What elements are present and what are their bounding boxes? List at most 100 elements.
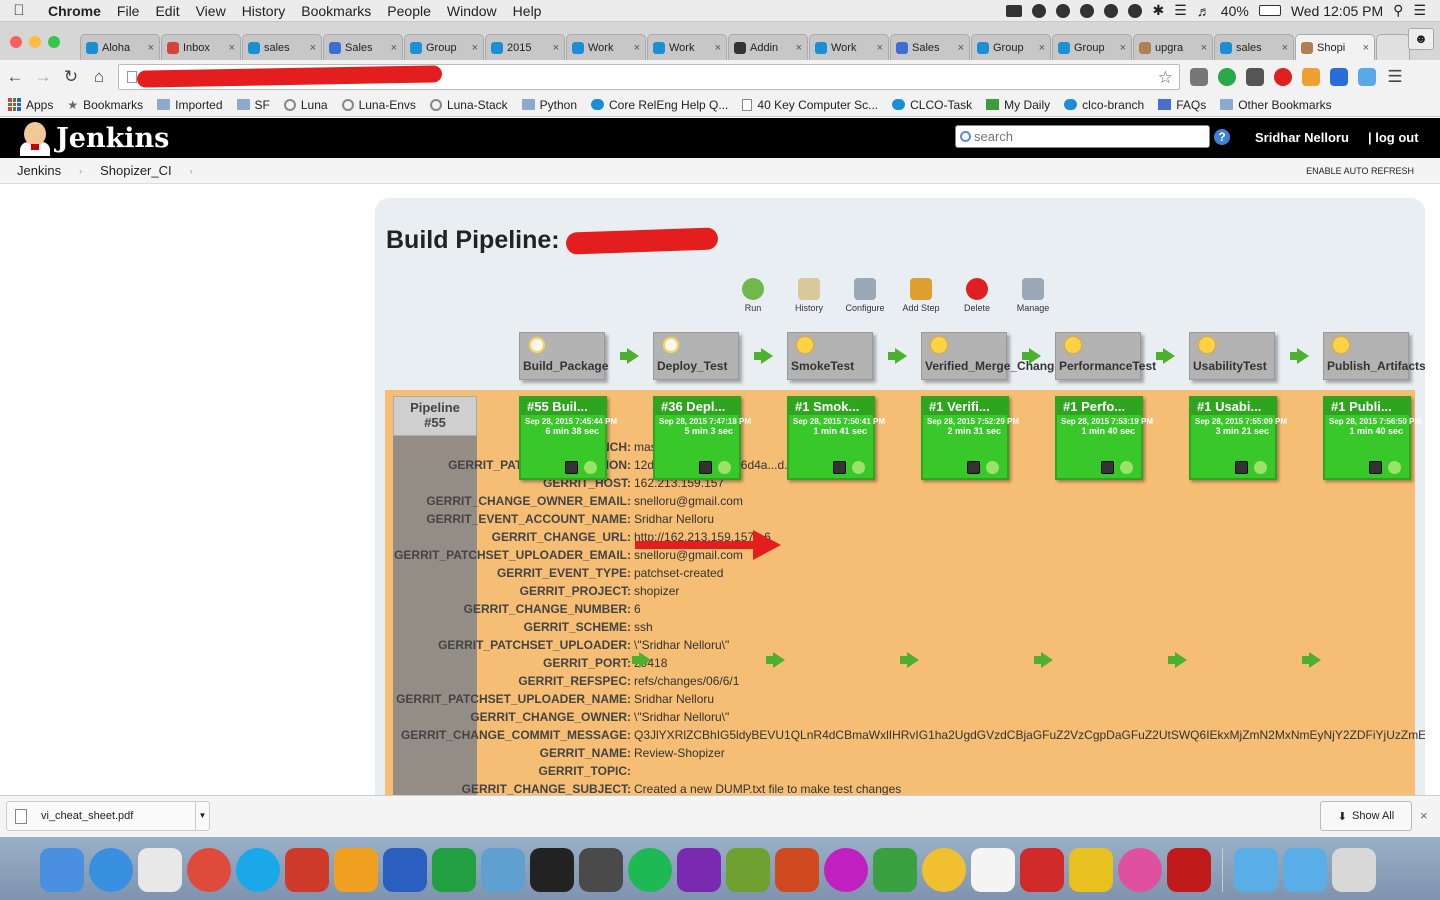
bookmark-40-key-computer-sc[interactable]: 40 Key Computer Sc... — [742, 98, 878, 112]
tab-close-icon[interactable]: × — [1282, 42, 1288, 54]
onenote-icon[interactable] — [677, 847, 721, 892]
battery-percent[interactable]: 40% — [1221, 3, 1249, 19]
bookmark-my-daily[interactable]: My Daily — [986, 98, 1050, 112]
browser-tab[interactable]: Group × — [1052, 34, 1132, 60]
forward-icon[interactable]: → — [34, 67, 52, 87]
build-card[interactable]: #1 Smok... Sep 28, 2015 7:50:41 PM 1 min 4… — [787, 396, 885, 480]
browser-tab[interactable]: 2015 × — [485, 34, 565, 60]
console-icon[interactable] — [833, 461, 846, 474]
tab-close-icon[interactable]: × — [391, 42, 397, 54]
itunes-icon[interactable] — [1118, 847, 1162, 892]
tab-close-icon[interactable]: × — [148, 42, 154, 54]
pipeline-run-label[interactable]: Pipeline #55 — [393, 396, 477, 436]
browser-tab[interactable]: Inbox × — [161, 34, 241, 60]
chrome-icon[interactable] — [187, 847, 231, 892]
close-window-button[interactable] — [10, 36, 22, 48]
rerun-icon[interactable] — [1254, 461, 1267, 474]
stage-performancetest[interactable]: PerformanceTest — [1055, 332, 1156, 380]
address-bar[interactable]: ☆ — [118, 63, 1180, 90]
sublime-icon[interactable] — [579, 847, 623, 892]
action-run[interactable]: Run — [725, 278, 781, 313]
profile-button[interactable]: ☻ — [1408, 28, 1434, 50]
menu-people[interactable]: People — [379, 3, 439, 19]
rerun-icon[interactable] — [852, 461, 865, 474]
menu-window[interactable]: Window — [439, 3, 505, 19]
bookmark-python[interactable]: Python — [521, 98, 577, 112]
build-card[interactable]: #1 Perfo... Sep 28, 2015 7:53:19 PM 1 min … — [1055, 396, 1153, 480]
breadcrumb-jenkins[interactable]: Jenkins — [17, 163, 61, 178]
enable-auto-refresh-link[interactable]: ENABLE AUTO REFRESH — [1306, 166, 1414, 176]
tab-close-icon[interactable]: × — [472, 42, 478, 54]
safari-icon[interactable] — [89, 847, 133, 892]
launchpad-icon[interactable] — [138, 847, 182, 892]
menu-edit[interactable]: Edit — [147, 3, 187, 19]
apple-menu-icon[interactable]:  — [0, 2, 38, 19]
chrome-menu-icon[interactable]: ☰ — [1386, 67, 1404, 87]
browser-tab[interactable]: Aloha × — [80, 34, 160, 60]
ntfs-icon[interactable] — [1069, 847, 1113, 892]
browser-tab[interactable]: sales × — [1214, 34, 1294, 60]
volume-icon[interactable]: ♬ — [1197, 3, 1211, 19]
menubar-chat-icon[interactable] — [1104, 3, 1119, 18]
tab-close-icon[interactable]: × — [715, 42, 721, 54]
extension-b-icon[interactable] — [1330, 67, 1348, 86]
browser-tab[interactable]: Work × — [647, 34, 727, 60]
notification-center-icon[interactable]: ☰ — [1413, 2, 1426, 19]
downloads-folder-icon[interactable] — [1234, 847, 1278, 892]
bookmark-other-bookmarks[interactable]: Other Bookmarks — [1220, 98, 1332, 112]
console-icon[interactable] — [1369, 461, 1382, 474]
menu-app[interactable]: Chrome — [38, 3, 109, 19]
action-add-step[interactable]: Add Step — [893, 278, 949, 313]
rerun-icon[interactable] — [1388, 461, 1401, 474]
browser-tab[interactable]: Sales × — [323, 34, 403, 60]
browser-tab[interactable]: Sales × — [890, 34, 970, 60]
menu-file[interactable]: File — [109, 3, 148, 19]
tab-close-icon[interactable]: × — [1201, 42, 1207, 54]
bookmark-star-icon[interactable]: ☆ — [1158, 68, 1173, 88]
bookmark-clco-task[interactable]: CLCO-Task — [892, 98, 972, 112]
bookmark-apps[interactable]: Apps — [8, 98, 53, 112]
rerun-icon[interactable] — [986, 461, 999, 474]
tab-close-icon[interactable]: × — [1120, 42, 1126, 54]
finder-icon[interactable] — [40, 847, 84, 892]
zoom-window-button[interactable] — [48, 36, 60, 48]
ccleaner-icon[interactable] — [285, 847, 329, 892]
menu-bookmarks[interactable]: Bookmarks — [293, 3, 379, 19]
minimize-window-button[interactable] — [29, 36, 41, 48]
build-card[interactable]: #36 Depl... Sep 28, 2015 7:47:18 PM 5 min … — [653, 396, 751, 480]
word-icon[interactable] — [383, 847, 427, 892]
browser-tab[interactable]: sales × — [242, 34, 322, 60]
trash-icon[interactable] — [1332, 847, 1376, 892]
tab-close-icon[interactable]: × — [310, 42, 316, 54]
console-icon[interactable] — [1235, 461, 1248, 474]
build-title[interactable]: #55 Buil... — [521, 398, 605, 415]
terminal-icon[interactable] — [530, 847, 574, 892]
console-icon[interactable] — [1101, 461, 1114, 474]
build-title[interactable]: #1 Usabi... — [1191, 398, 1275, 415]
extension-house-icon[interactable] — [1302, 67, 1320, 86]
new-tab-button[interactable] — [1376, 34, 1410, 60]
close-download-bar-icon[interactable]: × — [1420, 808, 1428, 823]
action-configure[interactable]: Configure — [837, 278, 893, 313]
back-icon[interactable]: ← — [6, 67, 24, 87]
bookmark-luna[interactable]: Luna — [283, 98, 328, 112]
browser-tab[interactable]: Work × — [566, 34, 646, 60]
action-history[interactable]: History — [781, 278, 837, 313]
tab-close-icon[interactable]: × — [1363, 42, 1369, 54]
android-icon[interactable] — [726, 847, 770, 892]
rerun-icon[interactable] — [1120, 461, 1133, 474]
home-icon[interactable]: ⌂ — [90, 67, 108, 87]
bookmark-luna-envs[interactable]: Luna-Envs — [341, 98, 416, 112]
tab-close-icon[interactable]: × — [553, 42, 559, 54]
skype-icon[interactable] — [236, 847, 280, 892]
show-all-downloads-button[interactable]: ⬇ Show All — [1320, 801, 1412, 831]
powerpoint-icon[interactable] — [775, 847, 819, 892]
acrobat-icon[interactable] — [1167, 847, 1211, 892]
extension-puzzle-icon[interactable] — [1246, 67, 1264, 86]
bookmark-faqs[interactable]: FAQs — [1158, 98, 1206, 112]
reload-icon[interactable]: ↻ — [62, 67, 80, 87]
tab-close-icon[interactable]: × — [634, 42, 640, 54]
console-icon[interactable] — [565, 461, 578, 474]
menubar-app-icon[interactable] — [1006, 4, 1023, 17]
rerun-icon[interactable] — [718, 461, 731, 474]
